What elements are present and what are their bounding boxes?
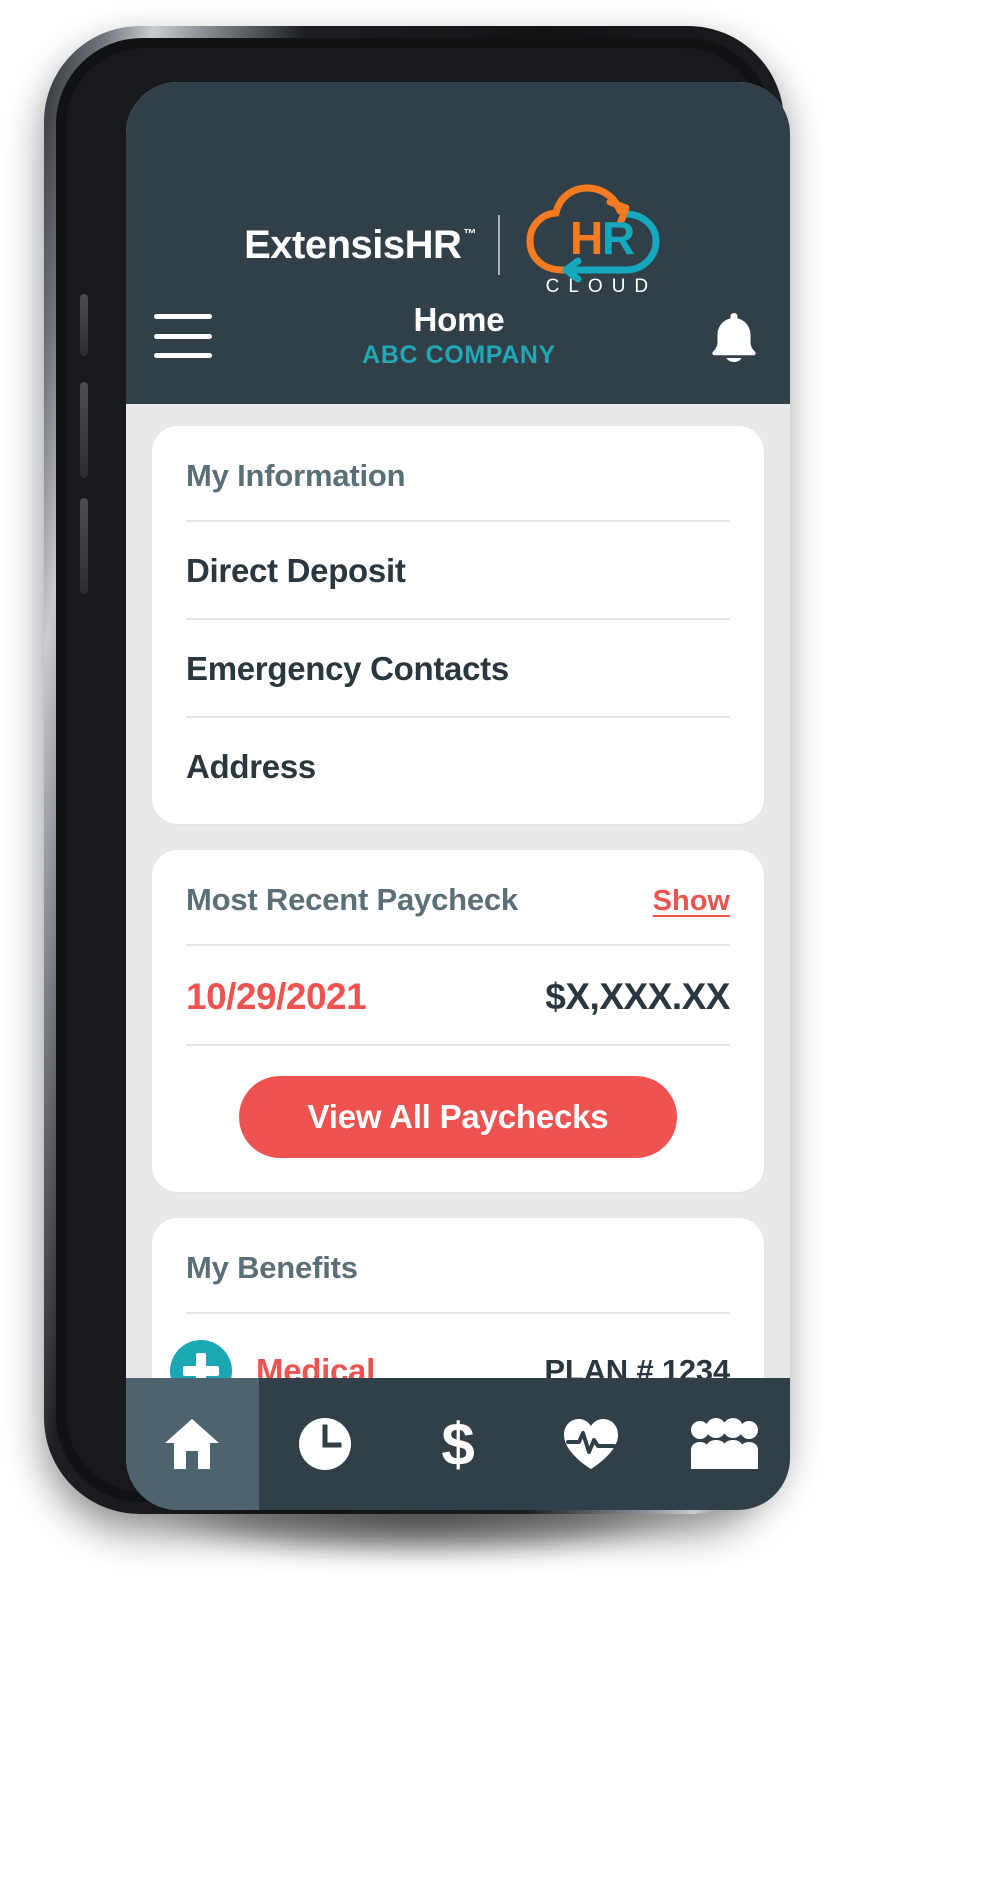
my-information-card: My Information Direct Deposit Emergency …: [152, 426, 764, 824]
navbar-titles: Home ABC COMPANY: [212, 301, 706, 371]
phone-device-frame: ExtensisHR ™ H R CLOUD Home ABC COMPANY …: [44, 26, 790, 1514]
page-title: Home: [413, 300, 505, 338]
tab-pay[interactable]: $: [392, 1378, 525, 1510]
svg-text:$: $: [441, 1413, 474, 1475]
paycheck-header: Most Recent Paycheck Show: [186, 850, 730, 944]
hamburger-line: [154, 333, 212, 339]
my-benefits-title: My Benefits: [186, 1250, 358, 1285]
company-name: ABC COMPANY: [362, 340, 556, 369]
phone-mute-switch[interactable]: [80, 294, 88, 356]
home-icon: [165, 1419, 220, 1469]
extensishr-wordmark-text: ExtensisHR: [244, 223, 462, 267]
paycheck-date: 10/29/2021: [186, 976, 367, 1017]
phone-screen: ExtensisHR ™ H R CLOUD Home ABC COMPANY …: [126, 82, 790, 1510]
paycheck-title: Most Recent Paycheck: [186, 882, 518, 917]
hamburger-line: [154, 353, 212, 358]
logo-divider: [497, 215, 500, 275]
heartbeat-icon: [563, 1419, 618, 1469]
my-information-title: My Information: [186, 458, 406, 493]
cloud-letter-h: H: [570, 212, 603, 264]
view-all-paychecks-button[interactable]: View All Paychecks: [239, 1076, 677, 1158]
hamburger-line: [154, 314, 212, 319]
hamburger-menu-icon[interactable]: [154, 314, 212, 358]
tab-team[interactable]: [657, 1378, 790, 1510]
people-icon: [690, 1418, 758, 1469]
bell-glyph: [712, 313, 756, 362]
app-navbar: Home ABC COMPANY: [126, 268, 790, 404]
screenshot-stage: ExtensisHR ™ H R CLOUD Home ABC COMPANY …: [0, 0, 986, 1900]
trademark-symbol: ™: [463, 226, 476, 241]
cloud-letter-r: R: [602, 212, 635, 264]
tab-benefits[interactable]: [524, 1378, 657, 1510]
bottom-tab-bar: $: [126, 1378, 790, 1510]
paycheck-amount: $X,XXX.XX: [545, 976, 730, 1017]
row-direct-deposit[interactable]: Direct Deposit: [186, 522, 730, 618]
app-content-scroll[interactable]: My Information Direct Deposit Emergency …: [126, 404, 790, 1510]
dollar-icon: $: [441, 1413, 474, 1475]
paycheck-values: 10/29/2021 $X,XXX.XX: [186, 946, 730, 1044]
most-recent-paycheck-card: Most Recent Paycheck Show 10/29/2021 $X,…: [152, 850, 764, 1192]
row-address[interactable]: Address: [186, 718, 730, 824]
app-brand-header: ExtensisHR ™ H R CLOUD Home ABC COMPANY: [126, 82, 790, 404]
clock-icon: [299, 1418, 352, 1470]
show-paycheck-link[interactable]: Show: [653, 885, 730, 918]
paycheck-button-wrap: View All Paychecks: [186, 1046, 730, 1192]
bell-icon[interactable]: [706, 308, 762, 364]
phone-volume-down-button[interactable]: [80, 498, 88, 594]
extensishr-wordmark: ExtensisHR ™: [244, 225, 476, 265]
tab-home[interactable]: [126, 1378, 259, 1510]
phone-volume-up-button[interactable]: [80, 382, 88, 478]
tab-time[interactable]: [259, 1378, 392, 1510]
row-emergency-contacts[interactable]: Emergency Contacts: [186, 620, 730, 716]
